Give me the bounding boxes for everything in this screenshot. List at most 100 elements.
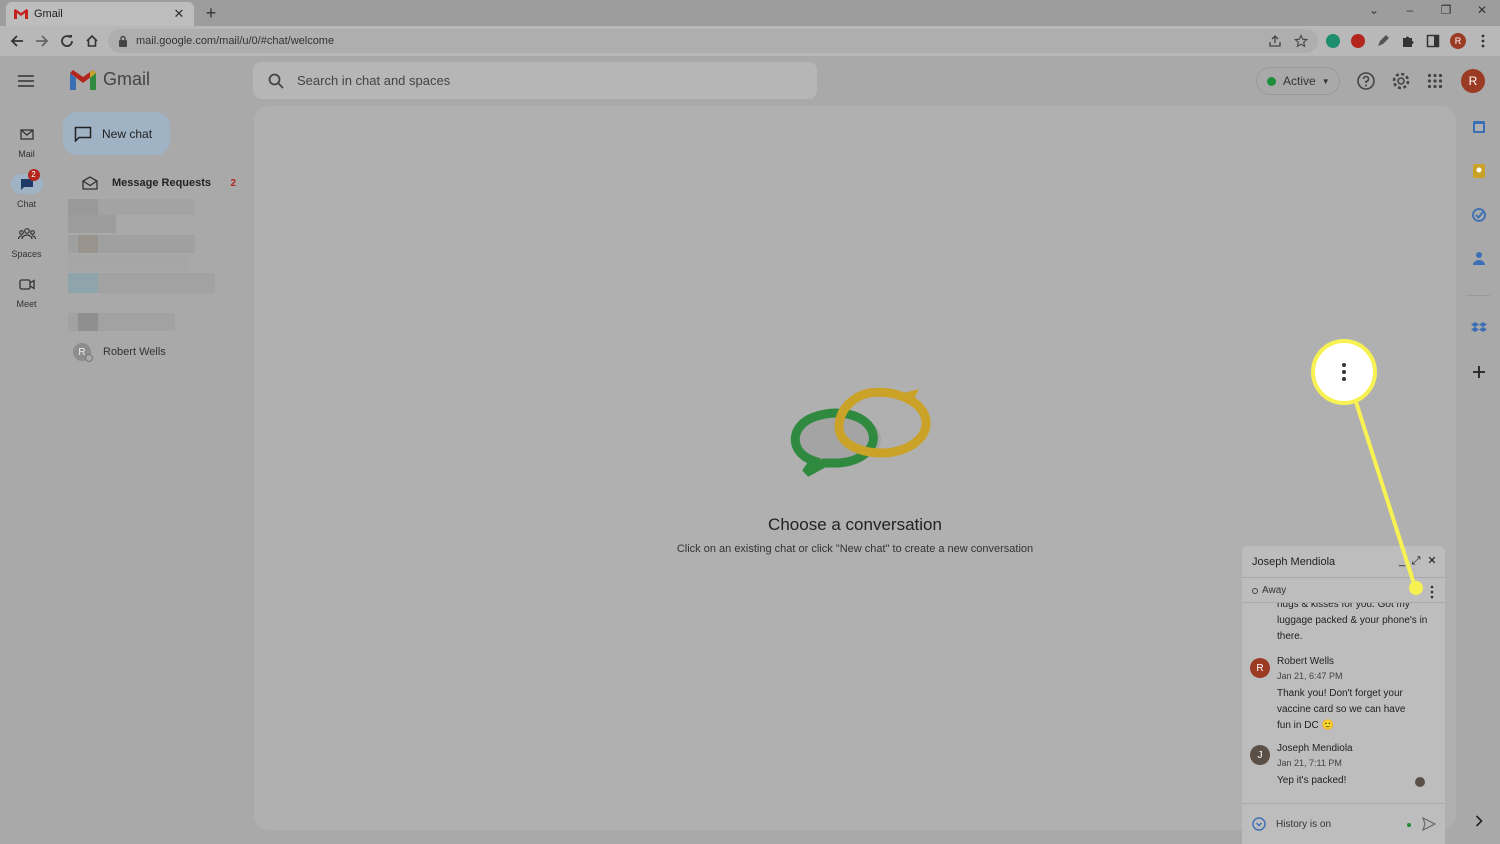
dropbox-icon[interactable] bbox=[1470, 319, 1488, 337]
previous-message-text: hugs & kisses for you. Got my luggage pa… bbox=[1277, 603, 1428, 642]
left-rail: Mail 2 Chat Spaces Meet bbox=[0, 106, 53, 844]
message-input[interactable]: History is on bbox=[1242, 803, 1445, 844]
keep-icon[interactable] bbox=[1470, 162, 1488, 180]
tab-search-icon[interactable]: ⌄ bbox=[1361, 3, 1387, 21]
rail-item-spaces[interactable]: Spaces bbox=[0, 224, 53, 259]
minimize-icon[interactable]: – bbox=[1397, 3, 1423, 21]
active-status-dot bbox=[1267, 76, 1276, 86]
chat-popup-title: Joseph Mendiola bbox=[1252, 555, 1336, 568]
message-requests-icon bbox=[82, 176, 98, 190]
rail-spaces-label: Spaces bbox=[11, 249, 42, 259]
status-dropdown[interactable]: Active ▼ bbox=[1256, 67, 1340, 95]
rail-item-chat[interactable]: 2 Chat bbox=[0, 169, 53, 209]
message-timestamp: Jan 21, 7:11 PM bbox=[1277, 758, 1342, 768]
online-dot bbox=[1407, 823, 1411, 827]
spaces-icon bbox=[11, 224, 43, 244]
message-sender: Joseph Mendiola bbox=[1277, 743, 1353, 754]
chat-message-list[interactable]: hugs & kisses for you. Got my luggage pa… bbox=[1242, 603, 1445, 803]
browser-menu-icon[interactable] bbox=[1475, 33, 1491, 49]
browser-tab-strip: Gmail ✕ + ⌄ – ❐ ✕ bbox=[0, 0, 1500, 26]
gmail-brand-text[interactable]: Gmail bbox=[103, 69, 150, 90]
blurred-avatar bbox=[68, 199, 98, 215]
new-chat-button[interactable]: New chat bbox=[63, 112, 170, 155]
pen-extension-icon[interactable] bbox=[1375, 33, 1391, 49]
status-text: Away bbox=[1262, 585, 1287, 596]
search-placeholder: Search in chat and spaces bbox=[297, 73, 451, 88]
rail-item-mail[interactable]: Mail bbox=[0, 124, 53, 159]
reload-icon[interactable] bbox=[57, 31, 77, 51]
avatar: J bbox=[1250, 745, 1270, 765]
maximize-icon[interactable]: ❐ bbox=[1433, 3, 1459, 21]
search-input[interactable]: Search in chat and spaces bbox=[253, 62, 817, 99]
avatar: R bbox=[1250, 658, 1270, 678]
blurred-avatar bbox=[78, 313, 98, 331]
add-addon-icon[interactable] bbox=[1470, 363, 1488, 381]
account-avatar[interactable]: R bbox=[1461, 69, 1485, 93]
empty-state-title: Choose a conversation bbox=[768, 515, 942, 534]
rail-mail-label: Mail bbox=[18, 149, 35, 159]
message-sender: Robert Wells bbox=[1277, 656, 1335, 667]
avatar: R bbox=[73, 343, 93, 362]
callout-magnifier bbox=[1311, 339, 1377, 405]
lock-icon bbox=[119, 35, 127, 47]
forward-icon[interactable] bbox=[32, 31, 52, 51]
tab-close-icon[interactable]: ✕ bbox=[172, 6, 186, 22]
rail-chat-label: Chat bbox=[16, 199, 36, 209]
contact-name: Robert Wells bbox=[103, 346, 166, 358]
message-text: Thank you! Don't forget your vaccine car… bbox=[1277, 688, 1406, 731]
chevron-right-icon[interactable] bbox=[1470, 812, 1488, 830]
chat-unread-badge: 2 bbox=[27, 169, 40, 181]
mail-icon bbox=[11, 124, 43, 144]
blurred-text bbox=[100, 293, 235, 311]
message-requests-item[interactable]: Message Requests 2 bbox=[82, 174, 242, 192]
tasks-icon[interactable] bbox=[1470, 206, 1488, 224]
meet-video-icon bbox=[11, 274, 43, 294]
bookmark-star-icon[interactable] bbox=[1294, 34, 1308, 48]
adblock-extension-icon[interactable] bbox=[1350, 33, 1366, 49]
message-text: Yep it's packed! bbox=[1277, 775, 1347, 786]
calendar-icon[interactable] bbox=[1470, 118, 1488, 136]
blurred-avatar bbox=[68, 215, 116, 233]
tab-title: Gmail bbox=[34, 8, 63, 20]
blurred-avatar bbox=[68, 273, 98, 293]
grammarly-extension-icon[interactable] bbox=[1325, 33, 1341, 49]
url-text: mail.google.com/mail/u/0/#chat/welcome bbox=[136, 35, 335, 47]
browser-tab[interactable]: Gmail ✕ bbox=[6, 2, 194, 26]
search-icon[interactable] bbox=[267, 72, 285, 90]
back-icon[interactable] bbox=[7, 31, 27, 51]
home-icon[interactable] bbox=[82, 31, 102, 51]
share-icon[interactable] bbox=[1268, 34, 1282, 48]
blurred-avatar bbox=[78, 235, 98, 253]
side-panel-divider bbox=[1466, 295, 1490, 296]
chat-popup-header[interactable]: Joseph Mendiola _ ⤢ ✕ bbox=[1242, 546, 1445, 578]
gmail-logo-icon[interactable] bbox=[70, 70, 96, 90]
close-icon[interactable]: ✕ bbox=[1426, 555, 1438, 567]
url-field[interactable]: mail.google.com/mail/u/0/#chat/welcome bbox=[108, 29, 1318, 53]
message-requests-label: Message Requests bbox=[112, 177, 212, 189]
message-timestamp: Jan 21, 6:47 PM bbox=[1277, 671, 1343, 681]
main-menu-icon[interactable] bbox=[16, 71, 36, 91]
minimize-icon[interactable]: _ bbox=[1396, 555, 1408, 567]
browser-profile-avatar[interactable]: R bbox=[1450, 33, 1466, 49]
gmail-header: Gmail Search in chat and spaces Active ▼… bbox=[0, 56, 1500, 106]
history-on-icon[interactable] bbox=[1252, 817, 1266, 831]
rail-item-meet[interactable]: Meet bbox=[0, 274, 53, 309]
window-close-icon[interactable]: ✕ bbox=[1469, 3, 1495, 21]
history-status-text: History is on bbox=[1276, 818, 1332, 830]
apps-grid-icon[interactable] bbox=[1424, 70, 1446, 92]
send-icon[interactable] bbox=[1422, 817, 1436, 831]
side-panel-icon[interactable] bbox=[1425, 33, 1441, 49]
help-icon[interactable] bbox=[1355, 70, 1377, 92]
caret-down-icon: ▼ bbox=[1321, 76, 1330, 86]
contacts-icon[interactable] bbox=[1470, 249, 1488, 267]
more-options-icon[interactable] bbox=[1427, 585, 1437, 599]
status-label: Active bbox=[1283, 74, 1316, 88]
chat-icon: 2 bbox=[10, 169, 43, 194]
callout-target-dot bbox=[1409, 581, 1423, 595]
new-tab-icon[interactable]: + bbox=[202, 4, 220, 22]
extensions-puzzle-icon[interactable] bbox=[1400, 33, 1416, 49]
pop-out-icon[interactable]: ⤢ bbox=[1410, 555, 1422, 567]
conversation-rings-illustration bbox=[790, 387, 931, 477]
settings-gear-icon[interactable] bbox=[1390, 70, 1412, 92]
contact-item-robert-wells[interactable]: R Robert Wells bbox=[73, 343, 166, 362]
